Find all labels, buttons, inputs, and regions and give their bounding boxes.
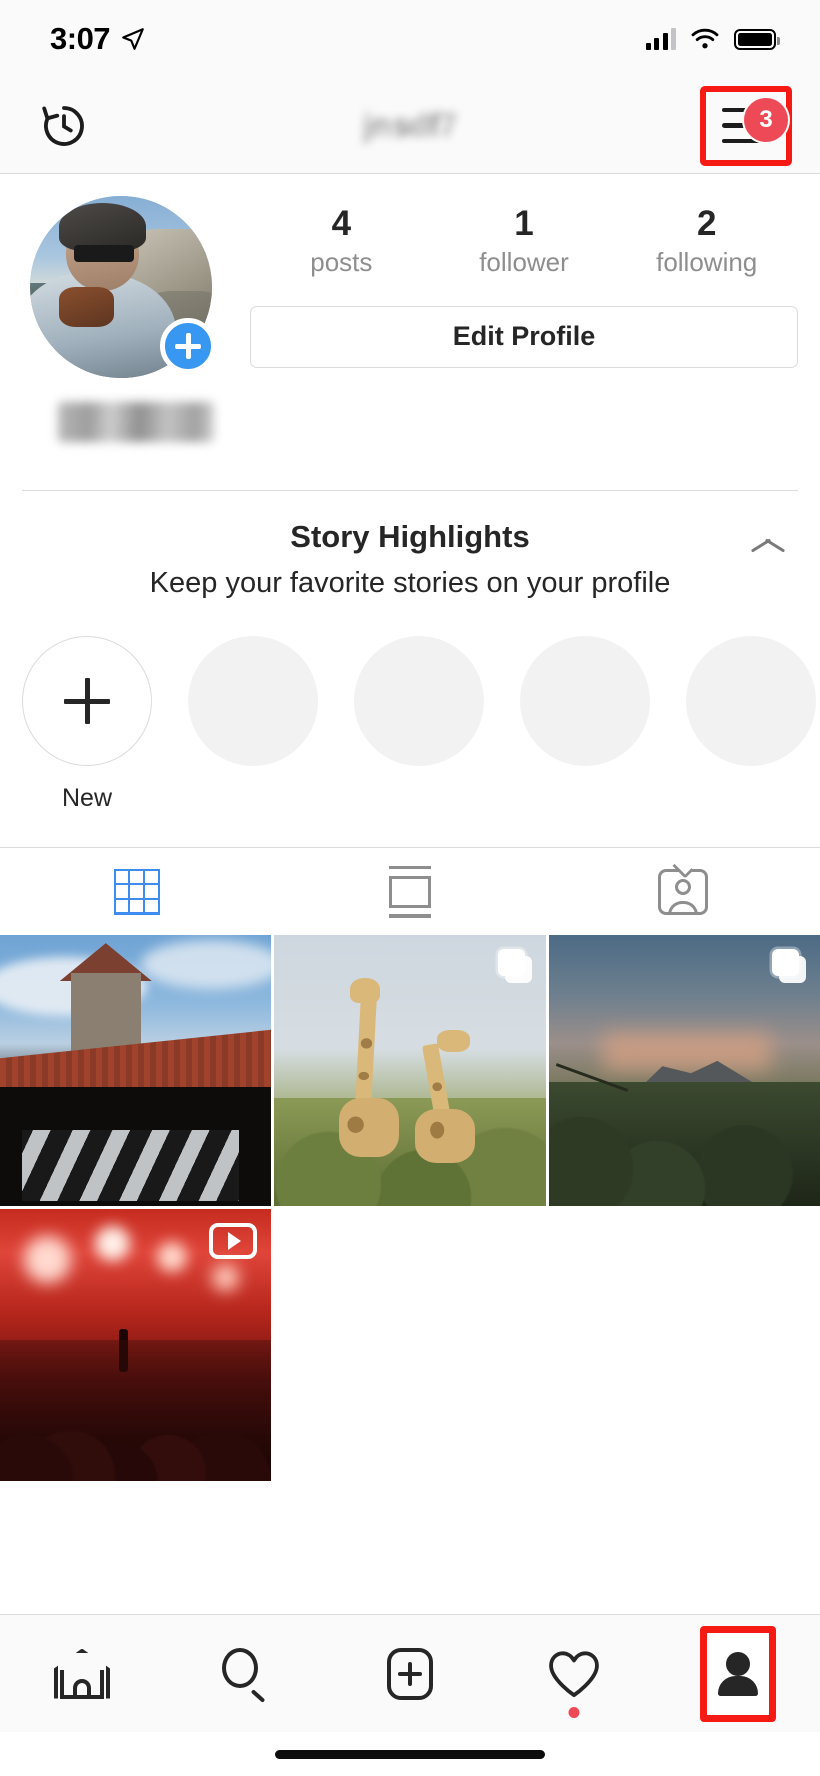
heart-icon bbox=[547, 1649, 601, 1699]
home-icon bbox=[54, 1648, 110, 1699]
multi-photo-icon bbox=[497, 949, 532, 983]
tagged-person-icon bbox=[658, 856, 709, 915]
nav-home[interactable] bbox=[0, 1615, 164, 1732]
feed-tab[interactable] bbox=[273, 848, 546, 935]
profile-tab-highlight bbox=[700, 1625, 776, 1722]
battery-icon bbox=[734, 28, 780, 50]
profile-row: 4 posts 1 follower 2 following Edit Prof… bbox=[22, 196, 798, 378]
status-bar-right bbox=[645, 27, 780, 51]
person-icon bbox=[717, 1651, 759, 1696]
archive-button[interactable] bbox=[28, 90, 100, 162]
stat-label: follower bbox=[479, 247, 569, 278]
highlight-placeholder bbox=[520, 636, 650, 766]
story-highlights-subtitle: Keep your favorite stories on your profi… bbox=[149, 567, 671, 599]
status-time: 3:07 bbox=[50, 21, 111, 56]
stat-followers[interactable]: 1 follower bbox=[433, 204, 616, 280]
stat-value: 1 bbox=[514, 204, 534, 243]
story-highlights-section: Story Highlights Keep your favorite stor… bbox=[0, 491, 820, 813]
add-story-plus-icon[interactable] bbox=[160, 318, 216, 374]
post-giraffes[interactable] bbox=[274, 935, 546, 1207]
stat-label: following bbox=[656, 247, 758, 278]
highlight-new-label: New bbox=[61, 784, 112, 812]
highlight-placeholder bbox=[354, 636, 484, 766]
profile-display-name bbox=[58, 402, 214, 442]
profile-header: 4 posts 1 follower 2 following Edit Prof… bbox=[0, 174, 820, 491]
highlight-new[interactable]: New bbox=[22, 636, 152, 813]
status-bar-left: 3:07 bbox=[50, 21, 146, 57]
stat-label: posts bbox=[310, 247, 373, 278]
edit-profile-button[interactable]: Edit Profile bbox=[250, 305, 798, 368]
profile-username: jnsdf7 bbox=[362, 107, 458, 143]
content-spacer bbox=[0, 1480, 820, 1614]
page-title: jnsdf7 bbox=[0, 107, 820, 144]
post-grid bbox=[0, 935, 820, 1481]
plus-icon bbox=[22, 636, 152, 766]
hamburger-menu-button[interactable]: 3 bbox=[700, 85, 792, 166]
highlight-placeholder bbox=[686, 636, 816, 766]
grid-empty-cell bbox=[548, 1209, 820, 1481]
avatar[interactable] bbox=[30, 196, 216, 378]
video-icon bbox=[209, 1223, 258, 1260]
top-nav-bar: jnsdf7 3 bbox=[0, 78, 820, 174]
feed-list-icon bbox=[388, 865, 431, 918]
search-icon bbox=[220, 1647, 272, 1703]
bottom-nav-bar bbox=[0, 1614, 820, 1732]
heart-outline bbox=[549, 1650, 599, 1697]
home-indicator-area bbox=[0, 1732, 820, 1776]
multi-photo-icon bbox=[772, 949, 806, 983]
grid-icon bbox=[113, 868, 160, 915]
instagram-profile-screen: 3:07 jnsdf7 3 4 posts 1 follower 2 follo… bbox=[0, 0, 820, 1776]
stat-posts[interactable]: 4 posts bbox=[250, 204, 433, 280]
stat-value: 4 bbox=[331, 204, 352, 243]
chevron-up-icon[interactable] bbox=[750, 535, 786, 557]
post-savanna[interactable] bbox=[548, 935, 820, 1207]
profile-stats: 4 posts 1 follower 2 following bbox=[250, 204, 798, 280]
post-concert[interactable] bbox=[0, 1209, 272, 1481]
nav-profile[interactable] bbox=[656, 1615, 820, 1732]
wifi-icon bbox=[691, 28, 719, 49]
nav-activity[interactable] bbox=[492, 1615, 656, 1732]
profile-right-column: 4 posts 1 follower 2 following Edit Prof… bbox=[212, 196, 798, 368]
grid-empty-cell bbox=[274, 1209, 546, 1481]
location-arrow-icon bbox=[122, 28, 144, 50]
grid-tab[interactable] bbox=[0, 848, 273, 935]
clock-history-icon bbox=[42, 105, 84, 146]
story-highlights-title: Story Highlights bbox=[290, 519, 530, 554]
highlight-placeholder bbox=[188, 636, 318, 766]
nav-add-post[interactable] bbox=[328, 1615, 492, 1732]
content-tabs bbox=[0, 847, 820, 935]
story-highlights-row[interactable]: New bbox=[0, 600, 820, 813]
cellular-bars-icon bbox=[645, 28, 676, 50]
menu-notification-badge: 3 bbox=[744, 97, 788, 142]
plus-square-icon bbox=[387, 1647, 433, 1700]
activity-notification-dot bbox=[568, 1707, 580, 1718]
stat-following[interactable]: 2 following bbox=[615, 204, 798, 280]
post-castle[interactable] bbox=[0, 935, 272, 1207]
post-thumbnail bbox=[0, 935, 272, 1207]
home-bar bbox=[275, 1749, 545, 1759]
nav-search[interactable] bbox=[164, 1615, 328, 1732]
tagged-tab[interactable] bbox=[547, 848, 820, 935]
stat-value: 2 bbox=[696, 204, 717, 243]
status-bar: 3:07 bbox=[0, 0, 820, 78]
